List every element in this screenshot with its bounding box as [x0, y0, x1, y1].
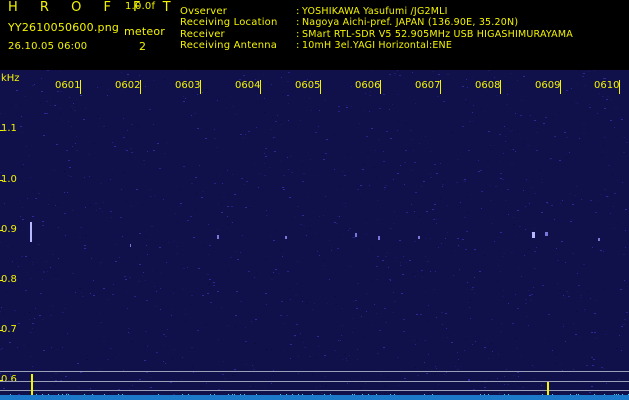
freq-tick-1-1 — [0, 130, 3, 131]
minute-label-0607: 0607 — [415, 80, 441, 91]
minute-tick-0601 — [80, 80, 81, 94]
freq-label-0-9: 0.9 — [1, 224, 17, 235]
minute-tick-0609 — [560, 80, 561, 94]
header-panel: H R O F F T 1.0.0f YY2610050600.png 26.1… — [0, 0, 629, 70]
filename-label: YY2610050600.png — [8, 21, 120, 34]
location-label: Receiving Location — [180, 17, 278, 28]
reference-line-upper — [0, 371, 629, 372]
freq-tick-1-0 — [0, 180, 3, 181]
reference-line-lower — [0, 390, 629, 391]
location-value: Nagoya Aichi-pref. JAPAN (136.90E, 35.20… — [302, 17, 519, 28]
spectrogram-area — [0, 70, 629, 400]
freq-label-1-0: 1.0 — [1, 174, 17, 185]
reference-line-middle — [0, 381, 629, 382]
minute-label-0608: 0608 — [475, 80, 501, 91]
khz-unit-label: kHz — [1, 73, 20, 84]
receiver-separator: : — [296, 29, 300, 40]
minute-tick-0607 — [440, 80, 441, 94]
minute-label-0606: 0606 — [355, 80, 381, 91]
minute-tick-0606 — [380, 80, 381, 94]
freq-tick-0-7 — [0, 330, 3, 331]
freq-tick-0-8 — [0, 280, 3, 281]
meteor-count: 2 — [139, 40, 147, 53]
receiver-label: Receiver — [180, 29, 225, 40]
antenna-separator: : — [296, 40, 300, 51]
observer-separator: : — [296, 6, 300, 17]
observer-value: YOSHIKAWA Yasufumi /JG2MLI — [302, 6, 448, 17]
signal-strength-strip — [0, 395, 629, 400]
antenna-label: Receiving Antenna — [180, 40, 278, 51]
minute-label-0605: 0605 — [295, 80, 321, 91]
minute-label-0603: 0603 — [175, 80, 201, 91]
datetime-label: 26.10.05 06:00 — [8, 41, 88, 52]
minute-tick-0608 — [500, 80, 501, 94]
minute-tick-0603 — [200, 80, 201, 94]
minute-tick-0605 — [320, 80, 321, 94]
minute-label-0610: 0610 — [594, 80, 620, 91]
spectrogram-noise — [0, 70, 629, 400]
freq-tick-0-9 — [0, 230, 3, 231]
freq-label-0-6: 0.6 — [1, 374, 17, 385]
meteor-label: meteor — [124, 25, 166, 38]
observer-label: Ovserver — [180, 6, 228, 17]
antenna-value: 10mH 3el.YAGI Horizontal:ENE — [302, 40, 453, 51]
minute-tick-0604 — [260, 80, 261, 94]
minute-tick-0610 — [619, 80, 620, 94]
freq-label-0-8: 0.8 — [1, 274, 17, 285]
minute-label-0602: 0602 — [115, 80, 141, 91]
version-label: 1.0.0f — [125, 1, 156, 12]
receiver-value: SMart RTL-SDR V5 52.905MHz USB HIGASHIMU… — [302, 29, 573, 40]
freq-label-1-1: 1.1 — [1, 123, 17, 134]
minute-label-0601: 0601 — [55, 80, 81, 91]
minute-label-0604: 0604 — [235, 80, 261, 91]
location-separator: : — [296, 17, 300, 28]
freq-label-0-7: 0.7 — [1, 324, 17, 335]
minute-tick-0602 — [140, 80, 141, 94]
minute-label-0609: 0609 — [535, 80, 561, 91]
